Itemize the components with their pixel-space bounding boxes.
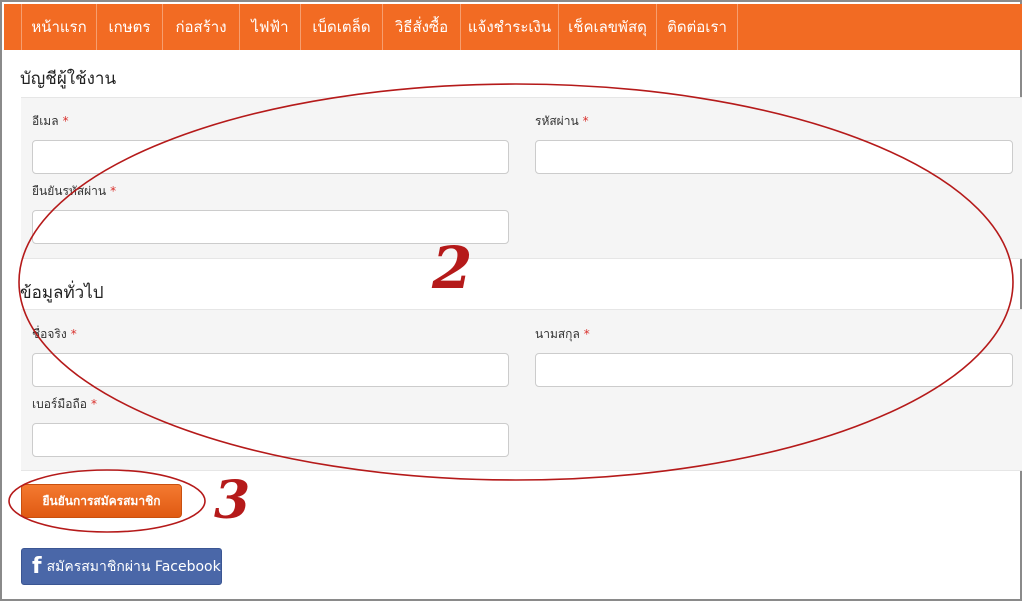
general-panel: ชื่อจริง * นามสกุล * เบอร์มือถือ * [21, 309, 1022, 471]
nav-item-contact[interactable]: ติดต่อเรา [657, 4, 738, 50]
nav-item-how-to-order[interactable]: วิธีสั่งซื้อ [383, 4, 461, 50]
account-panel: อีเมล * รหัสผ่าน * ยืนยันรหัสผ่าน * [21, 97, 1022, 259]
main-nav: หน้าแรก เกษตร ก่อสร้าง ไฟฟ้า เบ็ดเตล็ด ว… [4, 4, 1022, 50]
first-name-input[interactable] [32, 353, 509, 387]
last-name-input[interactable] [535, 353, 1013, 387]
required-mark: * [70, 327, 77, 341]
nav-item-track-parcel[interactable]: เช็คเลขพัสดุ [559, 4, 657, 50]
required-mark: * [582, 114, 589, 128]
password-input[interactable] [535, 140, 1013, 174]
nav-item-agriculture[interactable]: เกษตร [97, 4, 163, 50]
email-label: อีเมล * [32, 114, 69, 128]
mobile-input[interactable] [32, 423, 509, 457]
facebook-register-label: สมัครสมาชิกผ่าน Facebook [46, 558, 221, 575]
password-label: รหัสผ่าน * [535, 114, 589, 128]
general-section-title: ข้อมูลทั่วไป [20, 283, 104, 303]
required-mark: * [583, 327, 590, 341]
annotation-number-2: 2 [432, 234, 473, 302]
browser-frame: หน้าแรก เกษตร ก่อสร้าง ไฟฟ้า เบ็ดเตล็ด ว… [0, 0, 1022, 601]
nav-item-payment-notice[interactable]: แจ้งชำระเงิน [461, 4, 559, 50]
email-input[interactable] [32, 140, 509, 174]
facebook-icon: f [32, 553, 42, 579]
mobile-label: เบอร์มือถือ * [32, 397, 97, 411]
nav-item-miscellaneous[interactable]: เบ็ดเตล็ด [301, 4, 383, 50]
submit-registration-button[interactable]: ยืนยันการสมัครสมาชิก [21, 484, 182, 518]
confirm-password-label: ยืนยันรหัสผ่าน * [32, 184, 117, 198]
first-name-label: ชื่อจริง * [32, 327, 77, 341]
account-section-title: บัญชีผู้ใช้งาน [20, 69, 117, 89]
annotation-number-3: 3 [214, 470, 251, 531]
required-mark: * [90, 397, 97, 411]
required-mark: * [110, 184, 117, 198]
required-mark: * [62, 114, 69, 128]
facebook-register-button[interactable]: f สมัครสมาชิกผ่าน Facebook [21, 548, 222, 585]
nav-item-home[interactable]: หน้าแรก [21, 4, 97, 50]
nav-item-construction[interactable]: ก่อสร้าง [163, 4, 240, 50]
last-name-label: นามสกุล * [535, 327, 590, 341]
nav-item-electrical[interactable]: ไฟฟ้า [240, 4, 301, 50]
